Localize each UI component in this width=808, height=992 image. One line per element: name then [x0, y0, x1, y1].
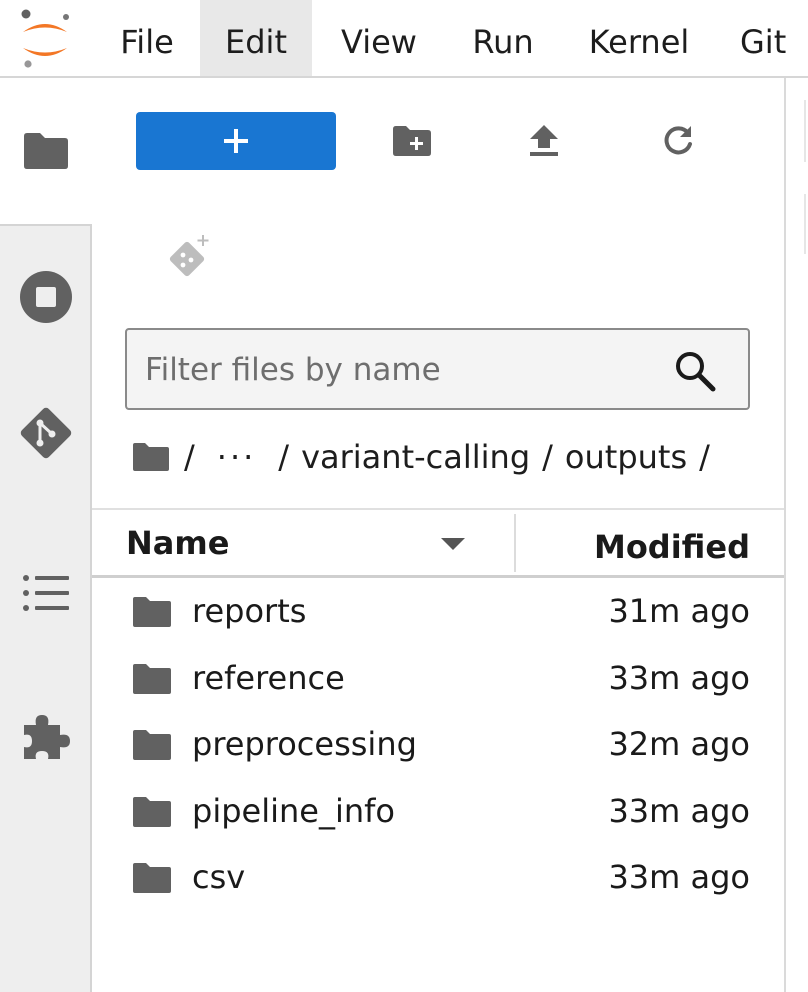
new-folder-button[interactable] [380, 112, 444, 170]
running-stop-icon [20, 271, 72, 323]
plus-icon [224, 129, 248, 153]
list-item[interactable]: reports 31m ago [92, 580, 784, 647]
sort-descending-icon[interactable] [440, 536, 466, 552]
item-name: reports [192, 592, 307, 630]
upload-icon [530, 125, 558, 156]
item-modified: 31m ago [608, 592, 750, 630]
tab-table-of-contents[interactable] [0, 548, 92, 638]
column-header-name[interactable]: Name [126, 524, 229, 562]
git-clone-icon [169, 235, 209, 277]
item-modified: 33m ago [608, 791, 750, 830]
menu-file[interactable]: File [96, 0, 198, 76]
breadcrumb-ellipsis[interactable]: ··· [217, 438, 257, 476]
folder-icon [133, 663, 171, 694]
tab-extensions[interactable] [0, 692, 92, 782]
breadcrumb-variant-calling[interactable]: variant-calling [301, 438, 530, 476]
git-icon [20, 407, 72, 459]
folder-icon [133, 863, 171, 893]
menu-edit[interactable]: Edit [200, 0, 312, 76]
breadcrumb-home-folder-icon[interactable] [132, 440, 172, 474]
item-modified: 33m ago [608, 858, 750, 896]
jupyter-logo-icon[interactable] [16, 8, 74, 70]
search-icon[interactable] [674, 350, 716, 392]
item-name: pipeline_info [192, 791, 395, 830]
breadcrumb-root[interactable]: / [184, 438, 195, 476]
list-item[interactable]: pipeline_info 33m ago [92, 780, 784, 847]
item-name: reference [192, 658, 345, 697]
folder-icon [24, 133, 68, 169]
table-of-contents-icon [23, 575, 69, 611]
main-area-edge [804, 194, 806, 254]
item-modified: 33m ago [608, 658, 750, 697]
main-area-edge [804, 100, 806, 162]
breadcrumb-separator: / [542, 438, 553, 476]
file-list-header: Name Modified [92, 508, 784, 578]
new-folder-icon [393, 126, 431, 156]
menu-bar: File Edit View Run Kernel Git [0, 0, 808, 78]
filter-box [125, 328, 750, 410]
breadcrumb-separator: / [699, 438, 710, 476]
menu-git[interactable]: Git [724, 0, 808, 76]
folder-icon [133, 730, 171, 760]
item-modified: 32m ago [608, 725, 750, 763]
menu-kernel[interactable]: Kernel [570, 0, 708, 76]
activity-bar [0, 78, 92, 992]
refresh-button[interactable] [646, 112, 710, 170]
file-list: reports 31m ago reference 33m ago prepro… [92, 580, 784, 913]
item-name: preprocessing [192, 725, 417, 763]
menu-run[interactable]: Run [452, 0, 554, 76]
extension-puzzle-icon [24, 715, 70, 759]
breadcrumb: / ··· / variant-calling / outputs / [132, 432, 722, 482]
tab-running-sessions[interactable] [0, 252, 92, 342]
upload-button[interactable] [512, 112, 576, 170]
folder-icon [133, 796, 171, 827]
refresh-icon [664, 126, 692, 155]
list-item[interactable]: reference 33m ago [92, 647, 784, 714]
list-item[interactable]: preprocessing 32m ago [92, 713, 784, 780]
git-clone-button[interactable] [164, 232, 216, 284]
breadcrumb-outputs[interactable]: outputs [565, 438, 687, 476]
filter-files-input[interactable] [145, 344, 665, 396]
list-item[interactable]: csv 33m ago [92, 846, 784, 913]
item-name: csv [192, 858, 246, 896]
panel-divider [784, 78, 786, 992]
tab-file-browser[interactable] [0, 78, 92, 226]
new-launcher-button[interactable] [136, 112, 336, 170]
breadcrumb-separator: / [278, 438, 290, 476]
column-resize-handle[interactable] [514, 514, 516, 572]
tab-git[interactable] [0, 388, 92, 478]
column-header-modified[interactable]: Modified [594, 528, 750, 566]
menu-view[interactable]: View [322, 0, 436, 76]
folder-icon [133, 597, 171, 627]
